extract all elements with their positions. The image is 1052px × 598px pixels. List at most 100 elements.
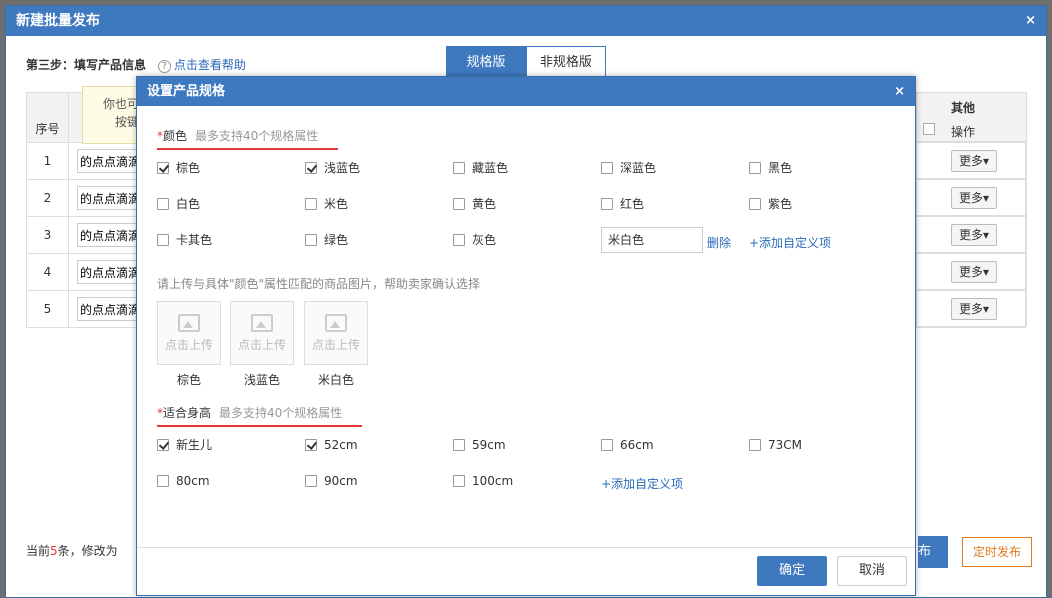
add-custom-height-link[interactable]: +添加自定义项	[601, 475, 683, 492]
option-checkbox[interactable]: 52cm	[305, 438, 358, 452]
footer-count: 5	[50, 544, 58, 558]
publish-button[interactable]: 布	[918, 536, 948, 568]
height-label: 适合身高	[163, 406, 212, 420]
image-icon	[251, 314, 273, 332]
option-checkbox[interactable]: 红色	[601, 197, 644, 211]
close-icon[interactable]: ×	[1025, 6, 1036, 36]
checkbox[interactable]	[601, 162, 613, 174]
option-checkbox[interactable]: 紫色	[749, 197, 792, 211]
option-label: 绿色	[324, 233, 349, 247]
more-button[interactable]: 更多▾	[951, 150, 997, 172]
delete-link[interactable]: 删除	[707, 234, 731, 251]
checkbox[interactable]	[305, 162, 317, 174]
option-label: 棕色	[176, 161, 201, 175]
right-row: 更多▾	[916, 142, 1027, 179]
checkbox[interactable]	[601, 198, 613, 210]
row-no: 5	[26, 290, 69, 328]
cancel-button[interactable]: 取消	[837, 556, 907, 586]
option-label: 黑色	[768, 161, 793, 175]
option-label: 100cm	[472, 474, 514, 488]
option-checkbox[interactable]: 浅蓝色	[305, 161, 360, 175]
upload-box-text: 点击上传	[164, 338, 213, 352]
close-icon[interactable]: ×	[894, 77, 905, 106]
more-button[interactable]: 更多▾	[951, 187, 997, 209]
step-label: 第三步：填写产品信息	[26, 58, 147, 72]
confirm-button[interactable]: 确定	[757, 556, 827, 586]
checkbox[interactable]	[157, 198, 169, 210]
spec-modal: 设置产品规格 × *颜色 最多支持40个规格属性 棕色 浅蓝色 藏蓝色 深蓝色 黑色 白色米…	[136, 76, 916, 596]
upload-box[interactable]: 点击上传	[304, 301, 368, 365]
checkbox[interactable]	[157, 234, 169, 246]
height-hint: 最多支持40个规格属性	[219, 406, 343, 420]
upload-box[interactable]: 点击上传	[157, 301, 221, 365]
upload-caption: 米白色	[317, 373, 354, 387]
option-label: 80cm	[176, 474, 210, 488]
option-checkbox[interactable]: 藏蓝色	[453, 161, 508, 175]
header-no: 序号	[26, 92, 69, 143]
option-checkbox[interactable]: 66cm	[601, 438, 654, 452]
checkbox[interactable]	[157, 439, 169, 451]
checkbox[interactable]	[157, 475, 169, 487]
select-all-checkbox[interactable]	[923, 123, 935, 135]
option-checkbox[interactable]: 棕色	[157, 161, 200, 175]
option-label: 59cm	[472, 438, 506, 452]
checkbox[interactable]	[453, 162, 465, 174]
option-checkbox[interactable]: 深蓝色	[601, 161, 656, 175]
option-checkbox[interactable]: 灰色	[453, 233, 496, 247]
option-checkbox[interactable]: 73CM	[749, 438, 802, 452]
more-button[interactable]: 更多▾	[951, 224, 997, 246]
footer-suffix: 条，修改为	[57, 544, 118, 558]
checkbox[interactable]	[305, 234, 317, 246]
checkbox[interactable]	[305, 439, 317, 451]
upload-caption: 浅蓝色	[243, 373, 280, 387]
option-label: 藏蓝色	[472, 161, 509, 175]
add-custom-color-link[interactable]: +添加自定义项	[749, 234, 831, 251]
option-label: 66cm	[620, 438, 654, 452]
modal-title: 设置产品规格	[147, 84, 226, 99]
option-checkbox[interactable]: 80cm	[157, 474, 210, 488]
option-checkbox[interactable]: 90cm	[305, 474, 358, 488]
option-label: 灰色	[472, 233, 497, 247]
option-checkbox[interactable]: 米色	[305, 197, 348, 211]
table-right-columns: 其他 操作 更多▾ 更多▾ 更多▾ 更多▾ 更多▾	[916, 92, 1027, 327]
dialog-title-bar: 新建批量发布 ×	[6, 6, 1046, 36]
option-label: 紫色	[768, 197, 793, 211]
option-checkbox[interactable]: 新生儿	[157, 438, 212, 452]
option-checkbox[interactable]: 绿色	[305, 233, 348, 247]
modal-title-bar: 设置产品规格 ×	[137, 77, 915, 106]
option-checkbox[interactable]: 黑色	[749, 161, 792, 175]
option-checkbox[interactable]: 卡其色	[157, 233, 212, 247]
option-label: 90cm	[324, 474, 358, 488]
checkbox[interactable]	[453, 234, 465, 246]
option-label: 白色	[176, 197, 201, 211]
help-icon: ?	[157, 60, 171, 73]
checkbox[interactable]	[453, 475, 465, 487]
option-checkbox[interactable]: 白色	[157, 197, 200, 211]
option-checkbox[interactable]: 59cm	[453, 438, 506, 452]
checkbox[interactable]	[749, 439, 761, 451]
option-checkbox[interactable]: 100cm	[453, 474, 513, 488]
checkbox[interactable]	[305, 475, 317, 487]
more-button[interactable]: 更多▾	[951, 261, 997, 283]
tab-spec[interactable]: 规格版	[446, 46, 526, 78]
help-link[interactable]: ? 点击查看帮助	[157, 58, 246, 73]
checkbox[interactable]	[305, 198, 317, 210]
checkbox[interactable]	[453, 198, 465, 210]
checkbox[interactable]	[749, 198, 761, 210]
footer-prefix: 当前	[26, 544, 51, 558]
more-button[interactable]: 更多▾	[951, 298, 997, 320]
upload-box[interactable]: 点击上传	[230, 301, 294, 365]
checkbox[interactable]	[601, 439, 613, 451]
option-checkbox[interactable]: 黄色	[453, 197, 496, 211]
height-section-header: *适合身高 最多支持40个规格属性	[157, 404, 363, 427]
custom-color-input[interactable]: 米白色	[601, 227, 703, 253]
checkbox[interactable]	[157, 162, 169, 174]
option-label: 卡其色	[176, 233, 213, 247]
checkbox[interactable]	[453, 439, 465, 451]
timed-publish-button[interactable]: 定时发布	[962, 537, 1032, 567]
tab-non-spec[interactable]: 非规格版	[525, 46, 606, 78]
checkbox[interactable]	[749, 162, 761, 174]
upload-caption: 棕色	[176, 373, 201, 387]
upload-box-text: 点击上传	[237, 338, 286, 352]
help-link-text: 点击查看帮助	[173, 58, 246, 72]
